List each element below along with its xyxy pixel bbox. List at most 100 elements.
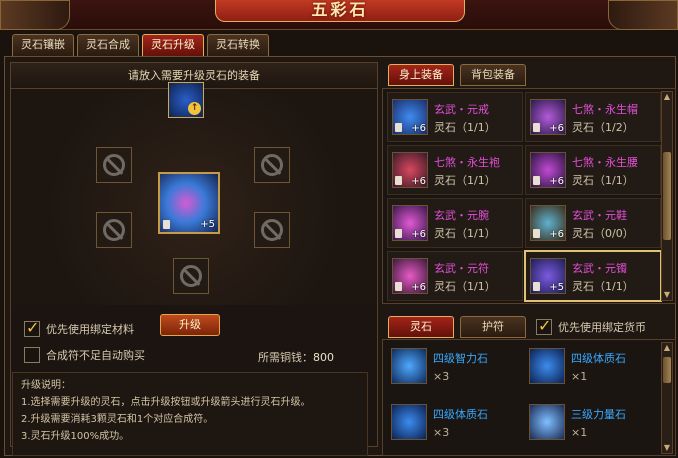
upgrade-button[interactable]: 升级 <box>160 314 220 336</box>
stone-name: 四级体质石 <box>571 352 626 365</box>
stone-name: 三级力量石 <box>571 408 626 421</box>
lock-icon <box>395 123 402 132</box>
lock-icon <box>533 282 540 291</box>
disabled-icon <box>103 219 125 241</box>
ring-icon: +6 <box>392 99 428 135</box>
tab-upgrade[interactable]: 灵石升级 <box>142 34 204 56</box>
strength-stone-icon <box>529 404 565 440</box>
stone-item[interactable]: 四级体质石 ×1 <box>525 342 661 394</box>
title-ornament-left <box>0 0 70 30</box>
title-bar: 五彩石 <box>0 0 678 30</box>
stone-tabs: 灵石 护符 优先使用绑定货币 <box>388 316 646 338</box>
bound-currency-checkbox[interactable] <box>536 316 552 335</box>
upgrade-arrow-icon[interactable]: ↑ <box>188 102 201 115</box>
equipment-name: 玄武・元鞋 <box>572 209 627 222</box>
bound-lock-icon <box>163 220 170 229</box>
equipment-stone-slots: 灵石（1/1） <box>434 174 496 187</box>
scroll-thumb[interactable] <box>663 357 671 383</box>
equipment-item[interactable]: +6 七煞・永生帽 灵石（1/2） <box>525 92 661 142</box>
scroll-thumb[interactable] <box>663 152 671 240</box>
autobuy-checkbox[interactable] <box>24 347 40 363</box>
disabled-icon <box>261 219 283 241</box>
stone-count: ×1 <box>571 426 588 439</box>
equipment-name: 玄武・元戒 <box>434 103 489 116</box>
bound-material-label: 优先使用绑定材料 <box>46 323 134 336</box>
lock-icon <box>533 123 540 132</box>
bound-currency-label: 优先使用绑定货币 <box>558 321 646 334</box>
equipment-slot[interactable]: +5 <box>158 172 220 234</box>
bound-material-checkbox[interactable] <box>24 318 40 337</box>
boots-icon: +6 <box>530 205 566 241</box>
material-slot-2[interactable] <box>254 147 290 183</box>
bound-material-option[interactable]: 优先使用绑定材料 <box>24 318 134 337</box>
belt-icon: +6 <box>530 152 566 188</box>
equipment-item[interactable]: +6 七煞・永生袍 灵石（1/1） <box>387 145 523 195</box>
lock-icon <box>395 176 402 185</box>
equipment-stone-slots: 灵石（1/1） <box>572 280 634 293</box>
stone-name: 四级智力石 <box>433 352 488 365</box>
tab-talismans[interactable]: 护符 <box>460 316 526 338</box>
tab-stones[interactable]: 灵石 <box>388 316 454 338</box>
lock-icon <box>395 229 402 238</box>
equipment-name: 七煞・永生帽 <box>572 103 638 116</box>
stone-item[interactable]: 四级体质石 ×3 <box>387 398 523 450</box>
scroll-up-icon[interactable]: ▲ <box>662 343 672 353</box>
equipment-stone-slots: 灵石（1/1） <box>434 227 496 240</box>
disabled-icon <box>261 154 283 176</box>
lock-icon <box>395 282 402 291</box>
equipment-item-selected[interactable]: +5 玄武・元镯 灵石（1/1） <box>524 250 662 302</box>
tab-bag-equipment[interactable]: 背包装备 <box>460 64 526 86</box>
equipment-item[interactable]: +6 玄武・元腕 灵石（1/1） <box>387 198 523 248</box>
cost-label: 所需铜钱： <box>258 351 313 364</box>
equipment-item[interactable]: +6 玄武・元鞋 灵石（0/0） <box>525 198 661 248</box>
equipment-item[interactable]: +6 玄武・元符 灵石（1/1） <box>387 251 523 301</box>
constitution-stone-icon <box>391 404 427 440</box>
window-title: 五彩石 <box>311 0 369 19</box>
equipment-item[interactable]: +6 七煞・永生腰 灵石（1/1） <box>525 145 661 195</box>
scroll-down-icon[interactable]: ▼ <box>662 290 672 300</box>
robe-icon: +6 <box>392 152 428 188</box>
equipment-list: +6 玄武・元戒 灵石（1/1） +6 七煞・永生帽 灵石（1/2） +6 七煞… <box>382 88 676 304</box>
title-banner: 五彩石 <box>215 0 465 22</box>
desc-line: 3.灵石升级100%成功。 <box>21 431 130 442</box>
material-slot-1[interactable] <box>96 147 132 183</box>
tab-convert[interactable]: 灵石转换 <box>207 34 269 56</box>
tab-compose[interactable]: 灵石合成 <box>77 34 139 56</box>
equipment-name: 玄武・元镯 <box>572 262 627 275</box>
stone-count: ×1 <box>571 370 588 383</box>
scroll-down-icon[interactable]: ▼ <box>662 443 672 453</box>
equipment-stone-slots: 灵石（1/2） <box>572 121 634 134</box>
material-slot-4[interactable] <box>254 212 290 248</box>
upgrade-result-slot[interactable]: ↑ <box>168 82 204 118</box>
desc-line: 1.选择需要升级的灵石，点击升级按钮或升级箭头进行灵石升级。 <box>21 397 311 408</box>
desc-line: 2.升级需要消耗3颗灵石和1个对应合成符。 <box>21 414 214 425</box>
autobuy-option[interactable]: 合成符不足自动购买 <box>24 347 145 363</box>
bracer-icon: +6 <box>392 205 428 241</box>
bracelet-icon: +5 <box>530 258 566 294</box>
material-slot-3[interactable] <box>96 212 132 248</box>
equipment-tabs: 身上装备 背包装备 <box>388 64 526 86</box>
desc-title: 升级说明： <box>21 380 71 391</box>
stone-scrollbar[interactable]: ▲ ▼ <box>661 342 673 454</box>
scroll-up-icon[interactable]: ▲ <box>662 92 672 102</box>
equipment-scrollbar[interactable]: ▲ ▼ <box>661 91 673 301</box>
stone-list: 四级智力石 ×3 四级体质石 ×1 四级体质石 ×3 三级力量石 ×1 ▲ ▼ <box>382 339 676 456</box>
enhance-level: +5 <box>200 219 215 230</box>
cost-value: 800 <box>313 351 334 364</box>
equipment-stone-slots: 灵石（1/1） <box>434 121 496 134</box>
stone-count: ×3 <box>433 370 450 383</box>
material-slot-5[interactable] <box>173 258 209 294</box>
tab-inlay[interactable]: 灵石镶嵌 <box>12 34 74 56</box>
equipment-stone-slots: 灵石（1/1） <box>572 174 634 187</box>
stone-item[interactable]: 三级力量石 ×1 <box>525 398 661 450</box>
stone-item[interactable]: 四级智力石 ×3 <box>387 342 523 394</box>
title-ornament-right <box>608 0 678 30</box>
stone-name: 四级体质石 <box>433 408 488 421</box>
equipment-name: 玄武・元腕 <box>434 209 489 222</box>
equipment-item[interactable]: +6 玄武・元戒 灵石（1/1） <box>387 92 523 142</box>
function-tabs: 灵石镶嵌 灵石合成 灵石升级 灵石转换 <box>12 34 269 56</box>
equipment-name: 七煞・永生腰 <box>572 156 638 169</box>
tab-equipped[interactable]: 身上装备 <box>388 64 454 86</box>
disabled-icon <box>103 154 125 176</box>
upgrade-description: 升级说明： 1.选择需要升级的灵石，点击升级按钮或升级箭头进行灵石升级。 2.升… <box>12 372 368 456</box>
